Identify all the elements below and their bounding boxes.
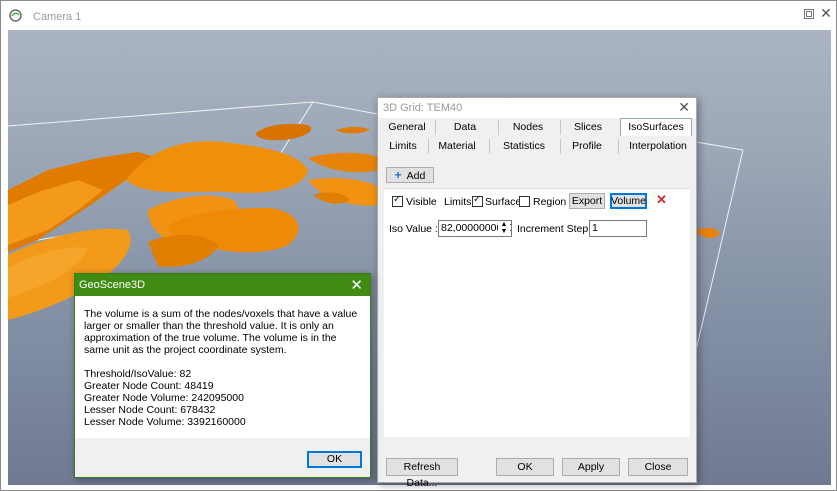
window-close-icon[interactable]: ✕ <box>819 4 833 22</box>
window-title: Camera 1 <box>33 11 82 23</box>
surface-label: Surface <box>485 196 522 208</box>
plus-icon: + <box>394 168 402 182</box>
message-close-icon[interactable]: ✕ <box>350 276 363 294</box>
region-checkbox[interactable] <box>519 196 530 207</box>
app-logo-icon <box>9 9 22 22</box>
message-line-greater-count: Greater Node Count: 48419 <box>84 380 214 392</box>
tab-separator <box>435 120 436 135</box>
tab-slices[interactable]: Slices <box>568 119 608 136</box>
region-label: Region <box>533 196 567 208</box>
message-line-lesser-volume: Lesser Node Volume: 3392160000 <box>84 416 246 428</box>
volume-message-box: GeoScene3D ✕ The volume is a sum of the … <box>74 273 371 478</box>
tab-limits[interactable]: Limits <box>386 138 420 155</box>
volume-button[interactable]: Volume <box>610 193 647 209</box>
add-button[interactable]: + Add <box>386 167 434 183</box>
spinner-icon[interactable]: ▲ ▼ <box>498 221 510 236</box>
visible-label: Visible <box>406 196 437 208</box>
isosurfaces-panel: Visible Limits: Surface Region Export Vo… <box>384 188 690 437</box>
delete-icon[interactable]: ✕ <box>656 192 667 208</box>
message-titlebar: GeoScene3D ✕ <box>75 274 370 296</box>
window-titlebar: Camera 1 ✕ <box>1 1 836 31</box>
tab-interpolation[interactable]: Interpolation <box>626 138 690 155</box>
message-title: GeoScene3D <box>79 279 146 291</box>
refresh-data-button[interactable]: Refresh Data... <box>386 458 458 489</box>
tab-separator <box>618 139 619 154</box>
ok-button[interactable]: OK <box>496 458 554 476</box>
message-line-lesser-count: Lesser Node Count: 678432 <box>84 404 216 416</box>
grid-dialog-titlebar: 3D Grid: TEM40 ✕ <box>378 98 696 118</box>
visible-checkbox[interactable] <box>392 194 403 207</box>
tab-isosurfaces[interactable]: IsoSurfaces <box>620 118 692 136</box>
tab-nodes[interactable]: Nodes <box>509 119 547 136</box>
tab-separator <box>498 120 499 135</box>
message-ok-button[interactable]: OK <box>307 451 362 468</box>
export-button[interactable]: Export <box>569 193 605 209</box>
tab-statistics[interactable]: Statistics <box>500 138 548 155</box>
limits-label: Limits: <box>444 196 475 208</box>
tab-separator <box>489 139 490 154</box>
tab-general[interactable]: General <box>386 119 428 136</box>
add-button-label: Add <box>406 170 426 182</box>
grid-dialog-close-icon[interactable]: ✕ <box>678 99 690 116</box>
tab-data[interactable]: Data <box>446 119 484 136</box>
message-body: The volume is a sum of the nodes/voxels … <box>75 296 370 438</box>
iso-value-label: Iso Value : <box>389 223 438 235</box>
message-line-threshold: Threshold/IsoValue: 82 <box>84 368 192 380</box>
tab-profile[interactable]: Profile <box>568 138 606 155</box>
message-description: The volume is a sum of the nodes/voxels … <box>84 308 358 356</box>
close-button[interactable]: Close <box>628 458 688 476</box>
apply-button[interactable]: Apply <box>562 458 620 476</box>
tab-material[interactable]: Material <box>436 138 478 155</box>
tab-separator <box>428 139 429 154</box>
tab-separator <box>560 120 561 135</box>
grid-dialog-title: 3D Grid: TEM40 <box>383 102 463 114</box>
increment-step-label: Increment Step : <box>517 223 595 235</box>
restore-icon[interactable] <box>804 9 814 19</box>
increment-step-input[interactable]: 1 <box>589 220 647 237</box>
grid-dialog: 3D Grid: TEM40 ✕ General Data Nodes Slic… <box>377 97 697 489</box>
message-line-greater-volume: Greater Node Volume: 242095000 <box>84 392 244 404</box>
surface-checkbox[interactable] <box>472 194 483 207</box>
tab-separator <box>560 139 561 154</box>
